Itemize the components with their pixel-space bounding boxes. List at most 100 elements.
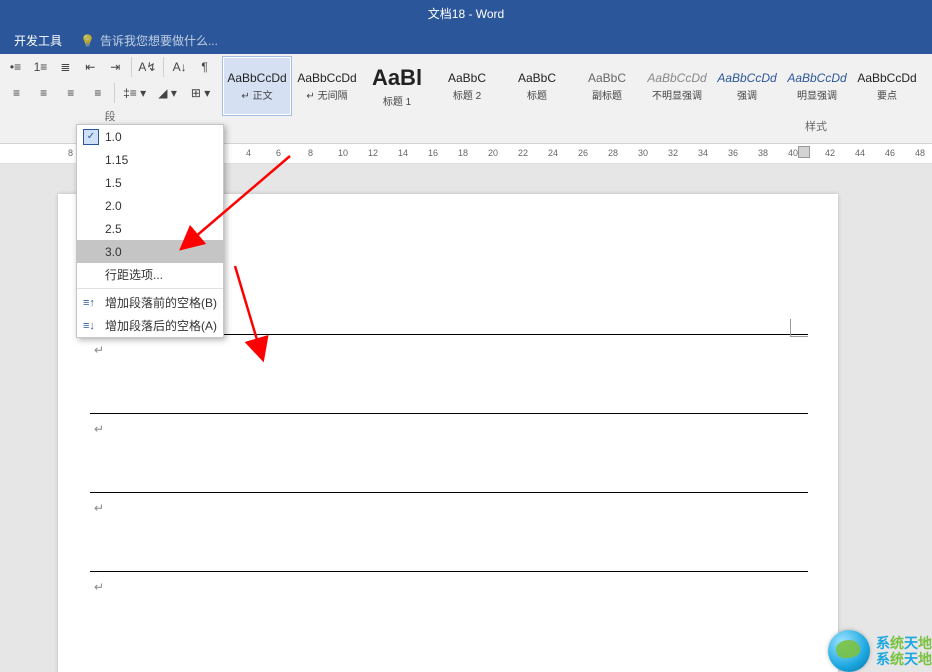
style-item[interactable]: AaBbCcDd ↵ 无间隔	[292, 56, 362, 116]
add-space-after-item[interactable]: ≡↓ 增加段落后的空格(A)	[77, 314, 223, 337]
borders-button[interactable]: ⊞ ▾	[187, 82, 214, 104]
decrease-indent-button[interactable]: ⇤	[81, 56, 100, 78]
style-preview: AaBbCcDd	[297, 71, 356, 85]
style-name: 不明显强调	[652, 87, 702, 102]
align-right-button[interactable]: ≡	[60, 82, 81, 104]
menu-item-label: 增加段落前的空格(B)	[105, 294, 217, 311]
window-title: 文档18 - Word	[428, 5, 504, 22]
style-item[interactable]: AaBl 标题 1	[362, 56, 432, 116]
check-icon: ✓	[83, 129, 99, 145]
lightbulb-icon: 💡	[80, 34, 95, 48]
style-item[interactable]: AaBbCcDd 不明显强调	[642, 56, 712, 116]
ruler-margin-marker[interactable]	[798, 146, 810, 158]
style-preview: AaBbC	[588, 71, 626, 85]
line-spacing-options-item[interactable]: 行距选项...	[77, 263, 223, 286]
ruler-tick: 46	[885, 148, 895, 158]
space-before-icon: ≡↑	[83, 297, 95, 309]
show-marks-button[interactable]: ¶	[195, 56, 214, 78]
style-name: 副标题	[592, 87, 622, 102]
menu-item-label: 增加段落后的空格(A)	[105, 317, 217, 334]
menu-item-label: 行距选项...	[105, 266, 163, 283]
shading-button[interactable]: ◢ ▾	[154, 82, 181, 104]
ruler-tick: 6	[276, 148, 281, 158]
menu-item-label: 1.0	[105, 130, 122, 144]
style-name: 标题 2	[453, 87, 481, 102]
ruler-tick: 36	[728, 148, 738, 158]
styles-group-label: 样式	[702, 118, 930, 134]
menu-item-label: 3.0	[105, 245, 122, 259]
ruler-tick: 8	[68, 148, 73, 158]
ruler-tick: 48	[915, 148, 925, 158]
style-name: 标题	[527, 87, 547, 102]
tab-developer[interactable]: 开发工具	[14, 32, 62, 49]
style-item[interactable]: AaBbC 副标题	[572, 56, 642, 116]
ruler-tick: 12	[368, 148, 378, 158]
ruler-tick: 16	[428, 148, 438, 158]
style-name: 明显强调	[797, 87, 837, 102]
style-item[interactable]: AaBbCcDd 明显强调	[782, 56, 852, 116]
divider	[163, 57, 164, 77]
style-item[interactable]: AaBbC标题 2	[432, 56, 502, 116]
ruler-tick: 40	[788, 148, 798, 158]
line-spacing-value-item[interactable]: 3.0	[77, 240, 223, 263]
style-preview: AaBl	[372, 65, 422, 91]
paragraph-mark: ↵	[94, 422, 808, 436]
ruler-tick: 14	[398, 148, 408, 158]
line-spacing-value-item[interactable]: 1.5	[77, 171, 223, 194]
style-item[interactable]: AaBbCcDd强调	[712, 56, 782, 116]
line-spacing-menu: ✓ 1.0 1.15 1.5 2.0 2.5 3.0 行距选项... ≡↑ 增加段落前的空格…	[76, 124, 224, 338]
style-preview: AaBbCcDd	[857, 71, 916, 85]
line-spacing-value-item[interactable]: ✓ 1.0	[77, 125, 223, 148]
ruler-tick: 42	[825, 148, 835, 158]
watermark-char: 系	[876, 651, 890, 667]
styles-gallery: AaBbCcDd↵ 正文AaBbCcDd↵ 无间隔AaBl标题 1AaBbC标题…	[220, 54, 932, 143]
style-item[interactable]: AaBbC标题	[502, 56, 572, 116]
add-space-before-item[interactable]: ≡↑ 增加段落前的空格(B)	[77, 291, 223, 314]
style-name: ↵ 无间隔	[306, 87, 347, 102]
menu-item-label: 1.5	[105, 176, 122, 190]
line-spacing-value-item[interactable]: 2.5	[77, 217, 223, 240]
ruler-tick: 34	[698, 148, 708, 158]
justify-button[interactable]: ≡	[87, 82, 108, 104]
watermark-char: 统	[890, 651, 904, 667]
style-preview: AaBbCcDd	[787, 71, 846, 85]
numbering-button[interactable]: 1≡	[31, 56, 50, 78]
ruler-tick: 26	[578, 148, 588, 158]
align-left-button[interactable]: ≡	[6, 82, 27, 104]
style-item[interactable]: AaBbCcDd要点	[852, 56, 922, 116]
style-item[interactable]: AaBbCcDd↵ 正文	[222, 56, 292, 116]
ruler-tick: 30	[638, 148, 648, 158]
ruler-tick: 28	[608, 148, 618, 158]
line-spacing-button[interactable]: ‡≡ ▾	[121, 82, 148, 104]
divider	[131, 57, 132, 77]
menu-item-label: 1.15	[105, 153, 128, 167]
multilevel-button[interactable]: ≣	[56, 56, 75, 78]
style-name: ↵ 正文	[241, 87, 272, 102]
ruler-tick: 38	[758, 148, 768, 158]
style-preview: AaBbCcDd	[647, 71, 706, 85]
ruler-tick: 24	[548, 148, 558, 158]
horizontal-line	[90, 413, 808, 414]
ruler-tick: 20	[488, 148, 498, 158]
align-center-button[interactable]: ≡	[33, 82, 54, 104]
ruler-tick: 4	[246, 148, 251, 158]
ribbon-tabs: 开发工具 💡 告诉我您想要做什么...	[0, 27, 932, 54]
style-name: 标题 1	[383, 93, 411, 108]
menu-item-label: 2.0	[105, 199, 122, 213]
horizontal-line	[90, 571, 808, 572]
ruler-tick: 18	[458, 148, 468, 158]
space-after-icon: ≡↓	[83, 320, 95, 332]
paragraph-group-label: 段	[6, 108, 214, 124]
clear-formatting-button[interactable]: A↯	[137, 56, 157, 78]
watermark-char: 天	[904, 651, 918, 667]
increase-indent-button[interactable]: ⇥	[106, 56, 125, 78]
line-spacing-value-item[interactable]: 2.0	[77, 194, 223, 217]
style-preview: AaBbCcDd	[717, 71, 776, 85]
sort-button[interactable]: A↓	[170, 56, 189, 78]
bullets-button[interactable]: •≡	[6, 56, 25, 78]
watermark: 系统天地 系统天地	[828, 630, 932, 672]
ruler-tick: 22	[518, 148, 528, 158]
watermark-text: 系统天地 系统天地	[876, 635, 932, 667]
line-spacing-value-item[interactable]: 1.15	[77, 148, 223, 171]
tell-me-search[interactable]: 💡 告诉我您想要做什么...	[80, 32, 218, 49]
